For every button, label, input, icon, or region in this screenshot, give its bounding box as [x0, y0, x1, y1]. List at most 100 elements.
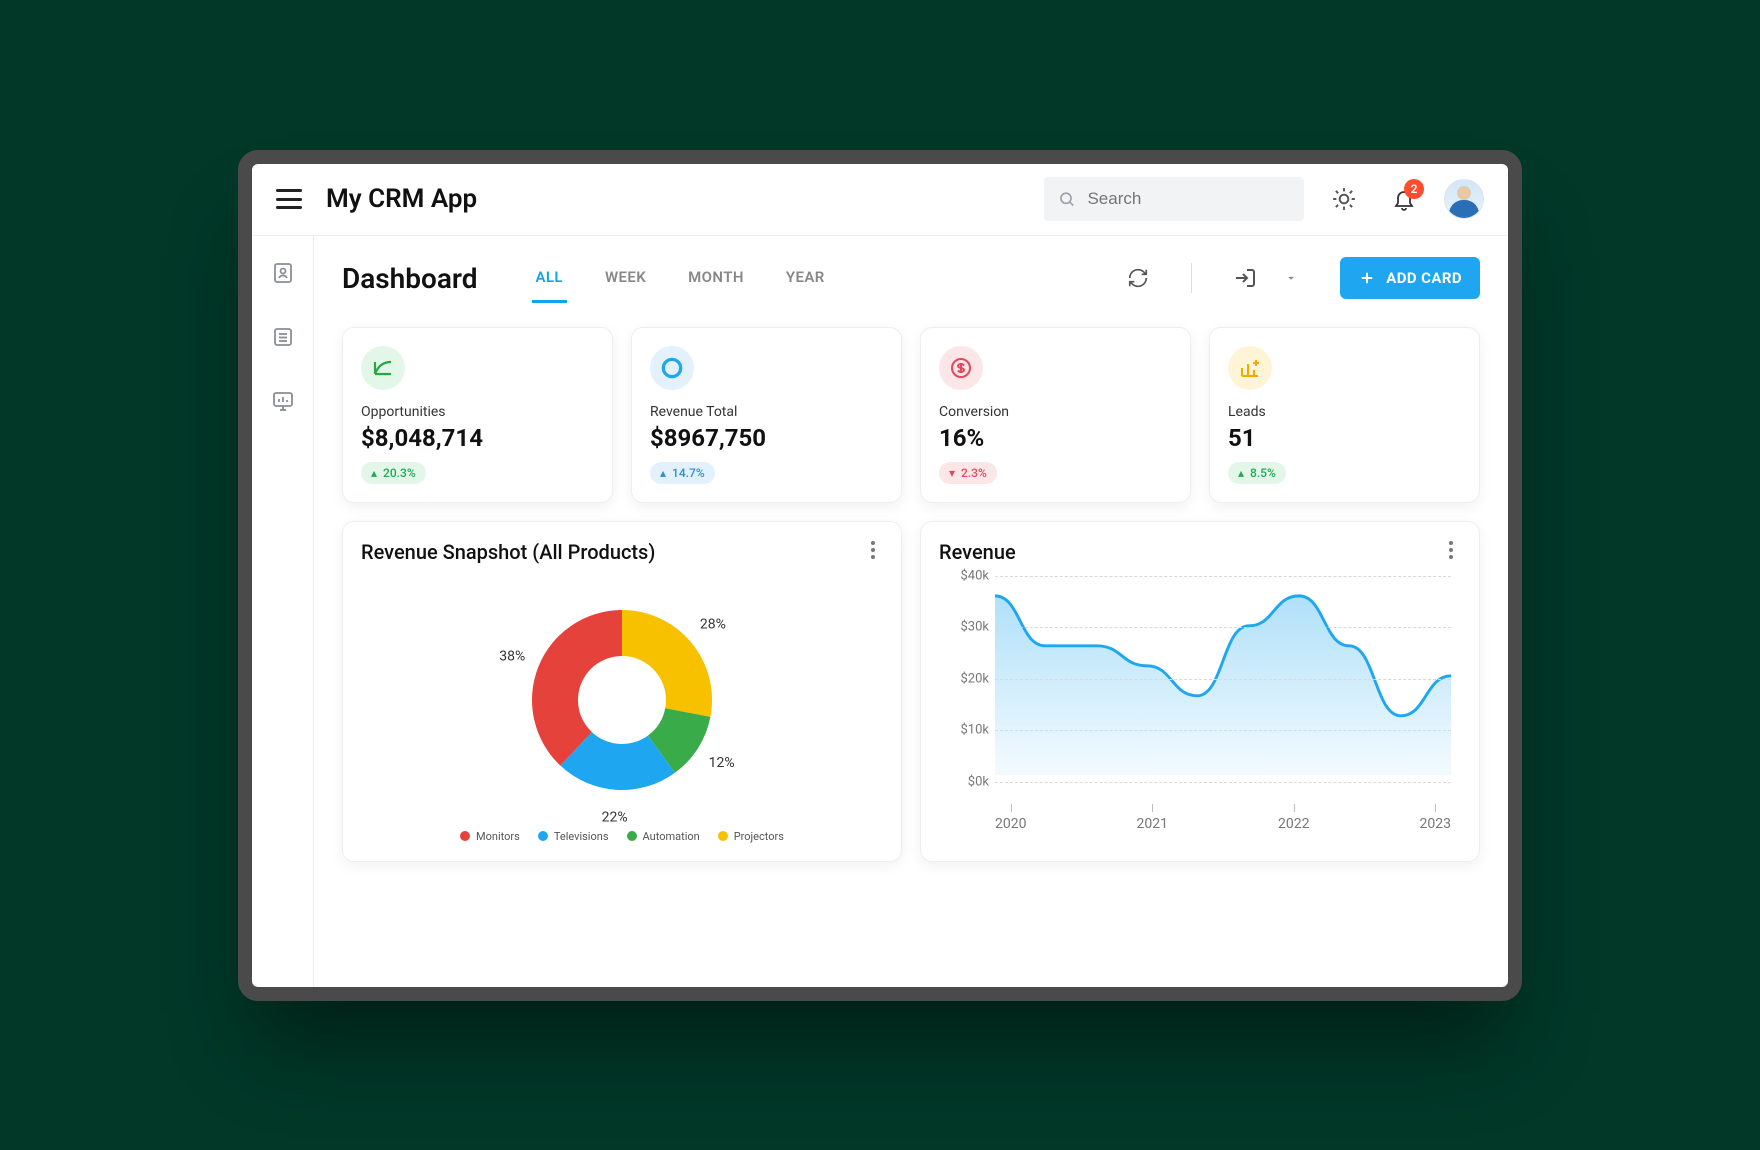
export-dropdown[interactable]: [1272, 259, 1310, 297]
panel-menu[interactable]: [1439, 538, 1463, 562]
menu-icon[interactable]: [276, 189, 302, 209]
content: Dashboard ALL WEEK MONTH YEAR: [314, 236, 1508, 987]
revenue-panel: Revenue 2020 2021 2022 2023 $40k $30k $20k $10…: [920, 521, 1480, 862]
tab-year[interactable]: YEAR: [782, 254, 829, 303]
area-fill: [995, 595, 1451, 775]
legend-label: Automation: [643, 830, 700, 843]
kpi-label: Leads: [1228, 404, 1461, 420]
donut-slice-label: 12%: [709, 754, 735, 770]
refresh-icon: [1127, 267, 1149, 289]
kpi-delta: ▴8.5%: [1228, 462, 1286, 484]
x-tick-label: 2023: [1420, 804, 1451, 832]
page-title: Dashboard: [342, 262, 478, 295]
notifications[interactable]: 2: [1384, 179, 1424, 219]
search-input[interactable]: [1087, 189, 1290, 209]
kpi-card: Revenue Total $8967,750 ▴14.7%: [631, 327, 902, 503]
kpi-card: Opportunities $8,048,714 ▴20.3%: [342, 327, 613, 503]
legend-item: Monitors: [460, 830, 520, 843]
x-tick-label: 2022: [1278, 804, 1309, 832]
x-tick-label: 2021: [1137, 804, 1168, 832]
app-title: My CRM App: [326, 184, 477, 214]
time-tabs: ALL WEEK MONTH YEAR: [532, 254, 829, 303]
search-icon: [1058, 189, 1075, 209]
panel-title: Revenue: [939, 540, 1461, 564]
toolbar: Dashboard ALL WEEK MONTH YEAR: [342, 246, 1480, 303]
y-tick-label: $40k: [939, 568, 989, 583]
add-card-button[interactable]: ADD CARD: [1340, 257, 1480, 299]
kpi-value: $8967,750: [650, 424, 883, 452]
donut-slice-label: 22%: [602, 809, 628, 822]
sun-icon: [1331, 186, 1357, 212]
kpi-row: Opportunities $8,048,714 ▴20.3% Revenue …: [342, 327, 1480, 503]
tab-all[interactable]: ALL: [532, 254, 567, 303]
app-window: My CRM App 2: [238, 150, 1522, 1001]
donut-legend: Monitors Televisions Automation Projectors: [361, 830, 883, 843]
export-button[interactable]: [1226, 259, 1264, 297]
kpi-label: Conversion: [939, 404, 1172, 420]
notification-badge: 2: [1404, 179, 1424, 199]
legend-label: Monitors: [476, 830, 520, 843]
gridline: [995, 782, 1451, 783]
legend-swatch: [627, 831, 637, 841]
kpi-card: Conversion 16% ▾2.3%: [920, 327, 1191, 503]
sidebar-item-analytics[interactable]: [262, 380, 304, 422]
gridline: [995, 730, 1451, 731]
donut-slice-label: 28%: [700, 616, 726, 632]
kpi-icon: [650, 346, 694, 390]
legend-item: Projectors: [718, 830, 784, 843]
search-box[interactable]: [1044, 177, 1304, 221]
y-tick-label: $30k: [939, 620, 989, 635]
chevron-down-icon: [1284, 271, 1298, 285]
kpi-label: Opportunities: [361, 404, 594, 420]
legend-item: Automation: [627, 830, 700, 843]
donut-chart: 38% 28% 12% 22%: [402, 572, 842, 822]
y-tick-label: $10k: [939, 723, 989, 738]
tab-month[interactable]: MONTH: [684, 254, 748, 303]
x-tick-label: 2020: [995, 804, 1026, 832]
kpi-value: 51: [1228, 424, 1461, 452]
kpi-icon: [939, 346, 983, 390]
gridline: [995, 627, 1451, 628]
theme-toggle[interactable]: [1324, 179, 1364, 219]
kpi-label: Revenue Total: [650, 404, 883, 420]
legend-swatch: [460, 831, 470, 841]
revenue-chart: [995, 572, 1451, 776]
list-icon: [271, 325, 295, 349]
legend-item: Televisions: [538, 830, 609, 843]
kpi-value: 16%: [939, 424, 1172, 452]
contact-icon: [271, 261, 295, 285]
kpi-delta: ▾2.3%: [939, 462, 997, 484]
divider: [1191, 263, 1192, 293]
legend-label: Projectors: [734, 830, 784, 843]
kpi-icon: [1228, 346, 1272, 390]
revenue-snapshot-panel: Revenue Snapshot (All Products) 38% 28% 12…: [342, 521, 902, 862]
plus-icon: [1358, 269, 1376, 287]
y-tick-label: $0k: [939, 774, 989, 789]
export-icon: [1233, 266, 1257, 290]
panel-title: Revenue Snapshot (All Products): [361, 540, 883, 564]
legend-swatch: [718, 831, 728, 841]
gridline: [995, 576, 1451, 577]
header: My CRM App 2: [252, 164, 1508, 236]
legend-swatch: [538, 831, 548, 841]
sidebar: [252, 236, 314, 987]
x-axis: 2020 2021 2022 2023: [995, 804, 1451, 832]
legend-label: Televisions: [554, 830, 609, 843]
sidebar-item-contacts[interactable]: [262, 252, 304, 294]
add-card-label: ADD CARD: [1386, 269, 1462, 287]
tab-week[interactable]: WEEK: [601, 254, 650, 303]
kpi-icon: [361, 346, 405, 390]
donut-slice: [622, 610, 712, 717]
kpi-delta: ▴20.3%: [361, 462, 426, 484]
refresh-button[interactable]: [1119, 259, 1157, 297]
kpi-delta: ▴14.7%: [650, 462, 715, 484]
sidebar-item-lists[interactable]: [262, 316, 304, 358]
avatar[interactable]: [1444, 179, 1484, 219]
kpi-value: $8,048,714: [361, 424, 594, 452]
donut-slice-label: 38%: [499, 648, 525, 664]
panel-menu[interactable]: [861, 538, 885, 562]
kpi-card: Leads 51 ▴8.5%: [1209, 327, 1480, 503]
monitor-chart-icon: [271, 389, 295, 413]
y-tick-label: $20k: [939, 671, 989, 686]
gridline: [995, 679, 1451, 680]
